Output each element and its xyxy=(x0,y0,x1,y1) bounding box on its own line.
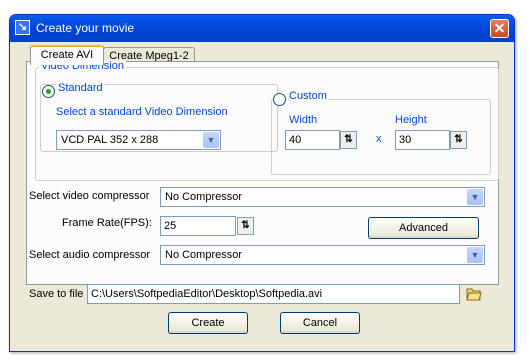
open-folder-icon[interactable] xyxy=(466,287,482,301)
tab-panel: Video Dimension Standard Select a standa… xyxy=(26,60,499,285)
radio-selected-dot xyxy=(46,89,51,94)
video-compressor-select[interactable]: No Compressor ▼ xyxy=(160,187,485,207)
window-title: Create your movie xyxy=(36,21,135,35)
standard-radio[interactable] xyxy=(42,85,55,98)
frame-rate-value: 25 xyxy=(164,220,177,232)
video-compressor-value: No Compressor xyxy=(165,191,243,203)
app-icon: ↘ xyxy=(15,20,30,35)
width-spinner[interactable]: ⇅ xyxy=(340,131,357,149)
save-path-input[interactable]: C:\Users\SoftpediaEditor\Desktop\Softped… xyxy=(87,284,460,304)
times-label: x xyxy=(376,133,382,145)
audio-compressor-label: Select audio compressor xyxy=(29,249,151,261)
audio-compressor-select[interactable]: No Compressor ▼ xyxy=(160,245,485,265)
standard-caption: Select a standard Video Dimension xyxy=(56,106,228,118)
chevron-down-icon[interactable]: ▼ xyxy=(203,132,219,148)
save-to-file-label: Save to file xyxy=(29,288,84,300)
frame-rate-label: Frame Rate(FPS): xyxy=(62,217,152,229)
save-path-value: C:\Users\SoftpediaEditor\Desktop\Softped… xyxy=(91,288,323,300)
custom-radio[interactable] xyxy=(273,93,286,106)
cancel-button[interactable]: Cancel xyxy=(280,312,360,334)
advanced-button[interactable]: Advanced xyxy=(368,217,479,239)
height-input[interactable]: 30 xyxy=(395,130,450,150)
audio-compressor-value: No Compressor xyxy=(165,249,243,261)
height-label: Height xyxy=(395,114,427,126)
custom-label[interactable]: Custom xyxy=(287,90,329,102)
title-bar[interactable]: ↘ Create your movie ✕ xyxy=(10,15,514,42)
tab-create-avi[interactable]: Create AVI xyxy=(30,45,104,65)
width-label: Width xyxy=(289,114,318,126)
close-button[interactable]: ✕ xyxy=(490,19,509,38)
dialog-window: ↘ Create your movie ✕ Create AVI Create … xyxy=(9,14,515,352)
width-input[interactable]: 40 xyxy=(285,130,340,150)
standard-dimension-value: VCD PAL 352 x 288 xyxy=(61,134,159,146)
width-value: 40 xyxy=(289,134,302,146)
standard-label[interactable]: Standard xyxy=(56,82,105,94)
frame-rate-input[interactable]: 25 xyxy=(160,216,236,236)
create-button[interactable]: Create xyxy=(168,312,248,334)
chevron-down-icon[interactable]: ▼ xyxy=(467,247,483,263)
height-value: 30 xyxy=(399,134,412,146)
chevron-down-icon[interactable]: ▼ xyxy=(467,189,483,205)
frame-rate-spinner[interactable]: ⇅ xyxy=(237,217,254,235)
video-compressor-label: Select video compressor xyxy=(29,190,150,202)
standard-dimension-select[interactable]: VCD PAL 352 x 288 ▼ xyxy=(56,130,221,150)
height-spinner[interactable]: ⇅ xyxy=(450,131,467,149)
